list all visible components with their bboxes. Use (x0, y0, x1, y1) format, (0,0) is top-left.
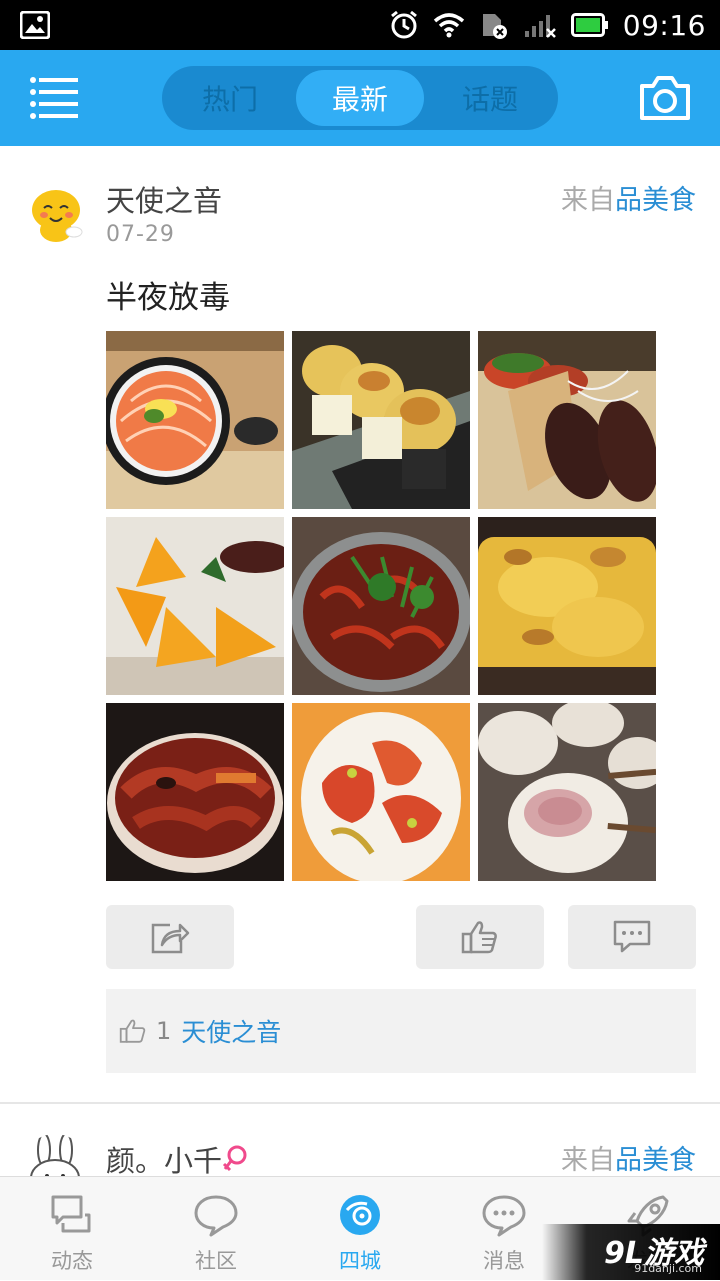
photo-cheese-baked-dish[interactable] (478, 517, 656, 695)
photo-grid (106, 331, 656, 881)
source-link[interactable]: 品美食 (615, 185, 696, 216)
status-bar: 09:16 (0, 0, 720, 50)
nav-label: 动态 (51, 1249, 93, 1273)
feed-tabs: 热门 最新 话题 (162, 66, 558, 130)
watermark-url: 91danji.com (634, 1262, 702, 1275)
nav-label: 四城 (339, 1249, 381, 1273)
sim-blocked-icon (482, 14, 507, 39)
liker-name[interactable]: 天使之音 (181, 1013, 281, 1049)
clock: 09:16 (622, 8, 706, 42)
source-prefix: 来自 (561, 1145, 615, 1176)
wifi-icon (433, 13, 464, 38)
comment-icon (613, 920, 651, 953)
photo-soup-dumplings[interactable] (478, 703, 656, 881)
source-link[interactable]: 品美食 (615, 1145, 696, 1176)
tab-hot[interactable]: 热门 (166, 70, 294, 126)
feed-icon (51, 1195, 91, 1233)
nav-community[interactable]: 社区 (144, 1177, 288, 1281)
share-icon (151, 923, 190, 954)
photo-cheese-sushi-rolls[interactable] (292, 331, 470, 509)
thumbs-up-icon (461, 921, 497, 954)
female-icon (222, 1145, 247, 1172)
alarm-icon (390, 10, 417, 39)
tab-latest[interactable]: 最新 (296, 70, 424, 126)
message-icon (482, 1195, 526, 1237)
post-date: 07-29 (106, 222, 175, 247)
signal-icon (524, 15, 556, 38)
app-header: 热门 最新 话题 (0, 50, 720, 146)
image-icon (20, 11, 50, 39)
avatar[interactable] (22, 182, 88, 248)
likes-summary: 1 天使之音 (106, 989, 696, 1073)
community-icon (194, 1195, 238, 1237)
city-icon (340, 1195, 380, 1235)
post-author[interactable]: 天使之音 (106, 178, 222, 220)
nav-label: 社区 (195, 1249, 237, 1273)
source-prefix: 来自 (561, 185, 615, 216)
likes-count: 1 (156, 1017, 172, 1045)
nav-feed[interactable]: 动态 (0, 1177, 144, 1281)
feed-post: 天使之音 07-29 来自品美食 半夜放毒 1 天使之音 (0, 146, 720, 1104)
battery-icon (570, 13, 608, 37)
nav-label: 消息 (483, 1249, 525, 1273)
camera-icon[interactable] (638, 74, 692, 122)
post-text: 半夜放毒 (106, 280, 230, 316)
tab-topics[interactable]: 话题 (426, 70, 554, 126)
thumbs-up-small-icon (119, 1019, 146, 1043)
share-button[interactable] (106, 905, 234, 969)
post-author[interactable]: 颜。小千 (106, 1138, 248, 1176)
photo-spicy-crayfish[interactable] (292, 517, 470, 695)
like-button[interactable] (416, 905, 544, 969)
author-name: 颜。小千 (106, 1144, 223, 1176)
photo-crayfish-tails[interactable] (292, 703, 470, 881)
photo-eggplant-rolls[interactable] (478, 331, 656, 509)
post-source: 来自品美食 (561, 1138, 696, 1176)
nav-city[interactable]: 四城 (288, 1177, 432, 1281)
watermark-logo: 9L游戏 91danji.com (542, 1224, 720, 1280)
feed-post-next: 颜。小千 来自品美食 (0, 1104, 720, 1176)
avatar[interactable] (22, 1134, 88, 1176)
post-source: 来自品美食 (561, 178, 696, 217)
photo-fried-cheese-triangles[interactable] (106, 517, 284, 695)
photo-braised-chicken-feet[interactable] (106, 703, 284, 881)
photo-salmon-sashimi[interactable] (106, 331, 284, 509)
menu-icon[interactable] (30, 76, 78, 120)
comment-button[interactable] (568, 905, 696, 969)
